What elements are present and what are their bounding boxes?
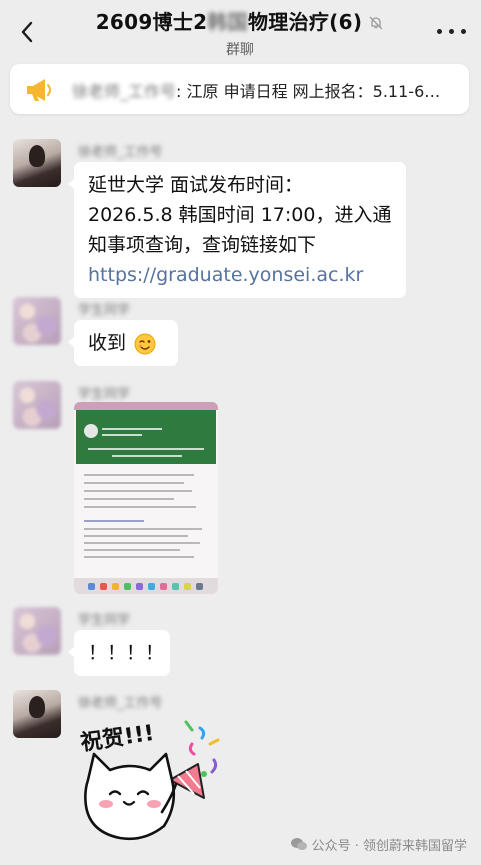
university-seal-icon — [84, 424, 98, 438]
dock-icon — [112, 583, 119, 590]
image-text-line — [84, 498, 174, 500]
image-banner — [76, 410, 216, 464]
title-suffix: 物理治疗(6) — [247, 10, 363, 34]
dock-icon — [124, 583, 131, 590]
image-text-line — [84, 542, 200, 544]
image-text-line — [84, 482, 184, 484]
sender-name-text: 徐老师_工作号 — [78, 145, 163, 160]
image-text-line — [84, 520, 144, 522]
message-bubble[interactable]: ！！！！ — [68, 630, 170, 676]
back-arrow-icon — [21, 21, 33, 43]
congrats-cat-sticker[interactable]: 祝贺!!! — [74, 714, 224, 854]
wechat-icon — [290, 837, 308, 855]
chat-subtitle: 群聊 — [226, 41, 254, 58]
message-link[interactable]: https://graduate.yonsei.ac.kr — [88, 260, 394, 290]
message-line: 2026.5.8 韩国时间 17:00，进入通 — [88, 204, 392, 226]
notice-content: : 江原 申请日程 网上报名：5.11-6… — [176, 82, 441, 101]
image-text-line — [102, 428, 162, 430]
image-titlebar — [74, 402, 218, 410]
avatar[interactable] — [13, 381, 61, 429]
dock-icon — [160, 583, 167, 590]
dock-icon — [88, 583, 95, 590]
image-text-line — [112, 455, 182, 457]
wink-emoji-icon — [134, 333, 156, 354]
screenshot-image[interactable] — [74, 402, 218, 594]
sender-name: 徐老师_工作号 — [78, 692, 163, 711]
sender-name-text: 学生同学 — [78, 303, 131, 318]
message-text: 收到 — [88, 332, 127, 354]
image-text-line — [88, 448, 204, 450]
megaphone-icon — [27, 79, 51, 101]
sender-name-text: 学生同学 — [78, 613, 131, 628]
dock-icon — [100, 583, 107, 590]
notice-sender: 徐老师_工作号 — [72, 82, 177, 101]
notice-text: 徐老师_工作号: 江原 申请日程 网上报名：5.11-6… — [72, 78, 440, 102]
image-text-line — [84, 506, 196, 508]
dock-icon — [172, 583, 179, 590]
image-text-line — [84, 528, 202, 530]
image-text-line — [102, 434, 142, 436]
message-bubble[interactable]: 收到 — [68, 320, 178, 366]
dock-icon — [148, 583, 155, 590]
chat-header: 2609博士2韩国物理治疗(6) 群聊 — [0, 0, 481, 60]
watermark: 公众号 · 领创蔚来韩国留学 — [290, 835, 467, 856]
more-options-button[interactable] — [435, 18, 469, 44]
dock-icon — [196, 583, 203, 590]
avatar[interactable] — [13, 297, 61, 345]
sender-name-text: 徐老师_工作号 — [78, 696, 163, 711]
image-text-line — [84, 549, 180, 551]
group-notice-banner[interactable]: 徐老师_工作号: 江原 申请日程 网上报名：5.11-6… — [10, 64, 469, 114]
message-line: 延世大学 面试发布时间： — [88, 174, 304, 196]
sender-name: 学生同学 — [78, 383, 130, 402]
more-dot-icon — [461, 29, 466, 34]
message-bubble[interactable]: 延世大学 面试发布时间： 2026.5.8 韩国时间 17:00，进入通 知事项… — [68, 162, 406, 298]
back-button[interactable] — [14, 18, 42, 46]
avatar[interactable] — [13, 607, 61, 655]
chat-title-area[interactable]: 2609博士2韩国物理治疗(6) 群聊 — [70, 6, 410, 59]
watermark-text: 公众号 · 领创蔚来韩国留学 — [311, 838, 467, 854]
title-hidden-part: 韩国 — [207, 10, 248, 34]
avatar[interactable] — [13, 139, 61, 187]
image-text-line — [84, 535, 188, 537]
dock-icon — [184, 583, 191, 590]
image-text-line — [84, 556, 194, 558]
image-dock — [74, 578, 218, 594]
more-dot-icon — [449, 29, 454, 34]
chat-title: 2609博士2韩国物理治疗(6) — [70, 6, 410, 36]
mute-bell-icon — [368, 12, 384, 36]
sender-name: 学生同学 — [78, 609, 130, 628]
image-text-line — [84, 490, 192, 492]
sender-name: 徐老师_工作号 — [78, 141, 163, 160]
sender-name: 学生同学 — [78, 299, 130, 318]
avatar[interactable] — [13, 690, 61, 738]
title-prefix: 2609博士2 — [95, 10, 208, 34]
message-line: 知事项查询，查询链接如下 — [88, 234, 317, 256]
more-dot-icon — [437, 29, 442, 34]
sender-name-text: 学生同学 — [78, 387, 131, 402]
message-text: ！！！！ — [88, 642, 165, 664]
dock-icon — [136, 583, 143, 590]
image-text-line — [84, 474, 194, 476]
